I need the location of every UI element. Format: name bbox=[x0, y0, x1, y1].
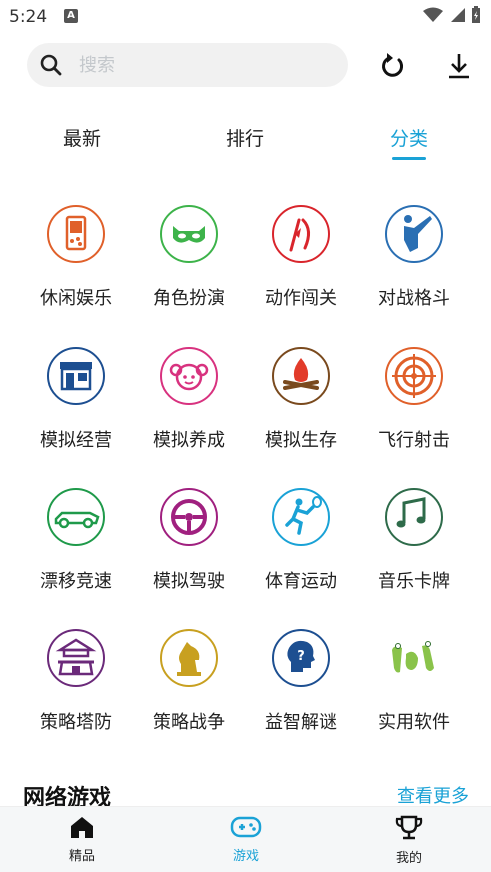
search-row bbox=[0, 34, 491, 98]
category-raising-sim[interactable]: 模拟养成 bbox=[133, 346, 245, 452]
nav-featured[interactable]: 精品 bbox=[37, 815, 127, 864]
wifi-icon bbox=[423, 7, 443, 22]
nav-label: 精品 bbox=[68, 849, 95, 864]
category-label: 模拟生存 bbox=[265, 430, 337, 451]
download-icon[interactable] bbox=[444, 51, 474, 81]
category-shooting[interactable]: 飞行射击 bbox=[358, 346, 470, 452]
nav-label: 我的 bbox=[395, 851, 422, 866]
signal-icon bbox=[451, 8, 465, 22]
category-rpg[interactable]: 角色扮演 bbox=[133, 204, 245, 310]
target-icon bbox=[385, 347, 443, 405]
gamepad-icon bbox=[230, 816, 262, 838]
tennis-icon bbox=[272, 488, 330, 546]
category-label: 对战格斗 bbox=[378, 288, 450, 309]
tools-icon bbox=[392, 641, 434, 673]
category-label: 实用软件 bbox=[378, 712, 450, 733]
category-label: 飞行射击 bbox=[378, 430, 450, 451]
svg-text:?: ? bbox=[297, 649, 305, 664]
status-time: 5:24 bbox=[9, 7, 48, 27]
trophy-icon bbox=[395, 815, 423, 840]
category-label: 模拟驾驶 bbox=[153, 571, 225, 592]
category-utility[interactable]: 实用软件 bbox=[358, 628, 470, 734]
battery-icon bbox=[472, 6, 480, 23]
category-racing[interactable]: 漂移竞速 bbox=[20, 487, 132, 593]
category-tower-defense[interactable]: 策略塔防 bbox=[20, 628, 132, 734]
bottom-nav: 精品 游戏 我的 bbox=[0, 806, 491, 872]
category-tabs: 最新 排行 分类 bbox=[0, 124, 491, 164]
category-label: 音乐卡牌 bbox=[378, 571, 450, 592]
tab-latest[interactable]: 最新 bbox=[42, 124, 122, 151]
category-sports[interactable]: 体育运动 bbox=[245, 487, 357, 593]
action-icon bbox=[272, 205, 330, 263]
girl-icon bbox=[160, 347, 218, 405]
home-icon bbox=[71, 817, 93, 838]
view-more-link[interactable]: 查看更多 bbox=[397, 782, 469, 808]
puzzle-head-icon: ? bbox=[272, 629, 330, 687]
shop-icon bbox=[47, 347, 105, 405]
tab-categories[interactable]: 分类 bbox=[369, 124, 449, 151]
category-fighting[interactable]: 对战格斗 bbox=[358, 204, 470, 310]
race-car-icon bbox=[47, 488, 105, 546]
chess-knight-icon bbox=[160, 629, 218, 687]
tab-ranking[interactable]: 排行 bbox=[205, 124, 285, 151]
campfire-icon bbox=[272, 347, 330, 405]
category-music-card[interactable]: 音乐卡牌 bbox=[358, 487, 470, 593]
pagoda-icon bbox=[47, 629, 105, 687]
search-icon bbox=[40, 54, 62, 76]
category-label: 动作闯关 bbox=[265, 288, 337, 309]
mask-icon bbox=[160, 205, 218, 263]
tab-active-indicator bbox=[392, 157, 426, 160]
category-label: 体育运动 bbox=[265, 571, 337, 592]
notification-icon: A bbox=[64, 9, 78, 23]
nav-games[interactable]: 游戏 bbox=[201, 815, 291, 864]
category-label: 模拟养成 bbox=[153, 430, 225, 451]
category-label: 策略塔防 bbox=[40, 712, 112, 733]
category-puzzle[interactable]: ? 益智解谜 bbox=[245, 628, 357, 734]
game-console-icon bbox=[47, 205, 105, 263]
category-label: 策略战争 bbox=[153, 712, 225, 733]
search-box[interactable] bbox=[27, 43, 348, 87]
status-bar: 5:24 A bbox=[0, 0, 491, 34]
category-label: 模拟经营 bbox=[40, 430, 112, 451]
nav-label: 游戏 bbox=[232, 849, 259, 864]
category-survival-sim[interactable]: 模拟生存 bbox=[245, 346, 357, 452]
category-casual[interactable]: 休闲娱乐 bbox=[20, 204, 132, 310]
category-strategy-war[interactable]: 策略战争 bbox=[133, 628, 245, 734]
online-games-section: 网络游戏 查看更多 bbox=[0, 778, 491, 811]
music-note-icon bbox=[385, 488, 443, 546]
steering-wheel-icon bbox=[160, 488, 218, 546]
status-indicators bbox=[423, 6, 481, 24]
category-driving-sim[interactable]: 模拟驾驶 bbox=[133, 487, 245, 593]
category-label: 益智解谜 bbox=[265, 712, 337, 733]
refresh-icon[interactable] bbox=[377, 51, 407, 81]
category-business-sim[interactable]: 模拟经营 bbox=[20, 346, 132, 452]
category-label: 休闲娱乐 bbox=[40, 288, 112, 309]
nav-mine[interactable]: 我的 bbox=[364, 815, 454, 866]
category-label: 角色扮演 bbox=[153, 288, 225, 309]
category-label: 漂移竞速 bbox=[40, 571, 112, 592]
search-input[interactable] bbox=[79, 43, 334, 87]
fighter-icon bbox=[385, 205, 443, 263]
category-action[interactable]: 动作闯关 bbox=[245, 204, 357, 310]
